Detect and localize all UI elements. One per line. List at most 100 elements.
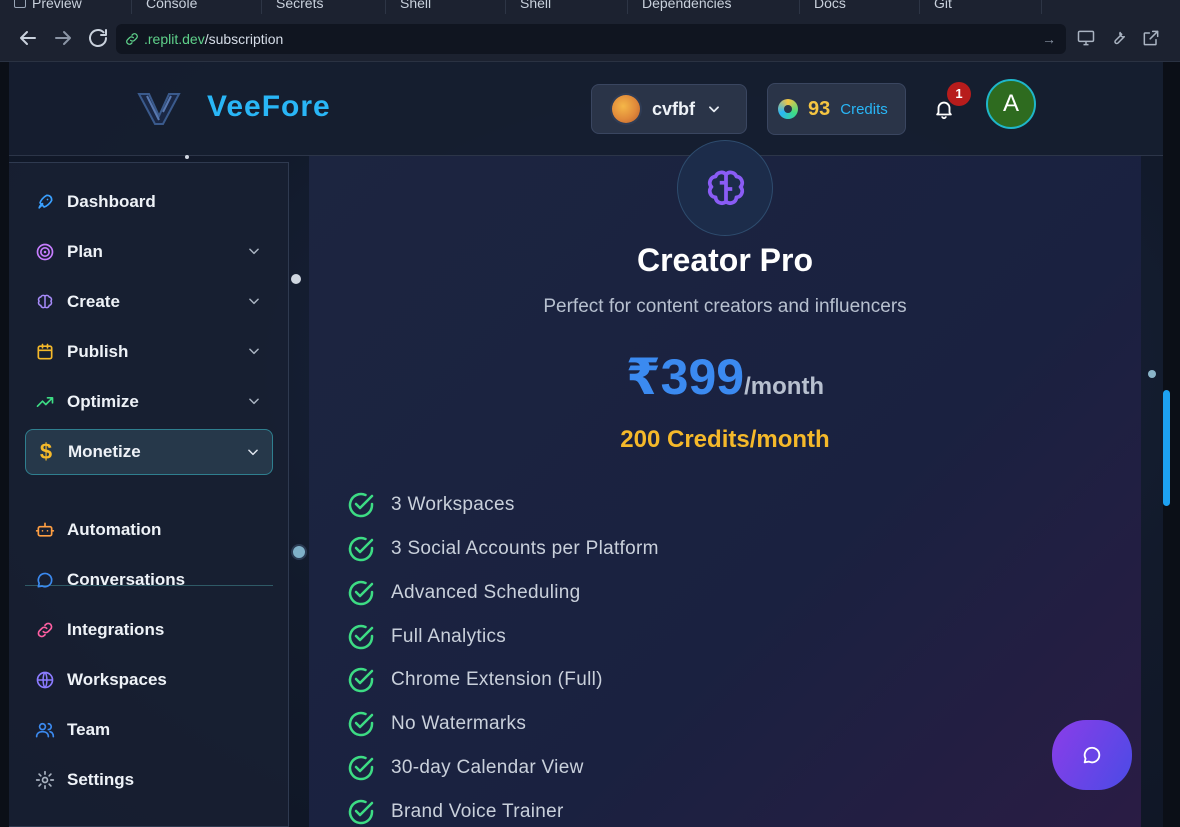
check-circle-icon [348, 536, 374, 562]
sidebar-item-label: Conversations [67, 570, 186, 589]
brand-name[interactable]: VeeFore [207, 90, 331, 124]
chevron-down-icon [249, 398, 259, 405]
credits-label: Credits [840, 100, 888, 118]
plan-card: Creator Pro Perfect for content creators… [309, 140, 1141, 827]
sidebar-item-label: Monetize [68, 442, 141, 461]
tab-secrets[interactable]: Secrets [262, 0, 386, 14]
check-circle-icon [348, 492, 374, 518]
feature-text: 30-day Calendar View [391, 757, 584, 778]
chat-fab-button[interactable] [1052, 720, 1132, 790]
devices-icon[interactable] [1076, 28, 1096, 48]
app-header: VeeFore cvfbf 93 Credits 1 A [9, 62, 1163, 156]
feature-item: Chrome Extension (Full) [347, 665, 603, 695]
browser-tab-strip: Preview Console Secrets Shell Shell Depe… [0, 0, 1180, 16]
dollar-icon: $ [39, 439, 53, 464]
sidebar-item-integrations[interactable]: Integrations [25, 607, 273, 653]
go-arrow-icon[interactable]: → [1042, 31, 1056, 47]
sidebar: Dashboard Plan Create Publish Optimize $… [9, 162, 289, 827]
sidebar-item-label: Publish [67, 342, 129, 361]
calendar-icon [37, 343, 53, 360]
tab-console[interactable]: Console [132, 0, 262, 14]
arrow-right-icon [55, 31, 71, 45]
url-host: .replit.dev [144, 31, 205, 47]
feature-text: Brand Voice Trainer [391, 801, 564, 822]
sidebar-item-label: Optimize [67, 392, 139, 411]
workspace-switcher-button[interactable]: cvfbf [591, 84, 747, 134]
feature-item: 3 Social Accounts per Platform [347, 534, 659, 564]
check-circle-icon [348, 624, 374, 650]
decor-dot [185, 155, 189, 159]
sidebar-item-team[interactable]: Team [25, 707, 273, 753]
credits-button[interactable]: 93 Credits [767, 83, 906, 135]
feature-item: Full Analytics [347, 622, 506, 652]
brain-icon [707, 170, 745, 205]
decor-dot [291, 544, 307, 560]
notification-badge: 1 [947, 82, 971, 106]
feature-text: Chrome Extension (Full) [391, 669, 603, 690]
sidebar-item-automation[interactable]: Automation [25, 507, 273, 553]
tab-docs[interactable]: Docs [800, 0, 920, 14]
sidebar-item-settings[interactable]: Settings [25, 757, 273, 803]
veefore-logo-icon[interactable] [137, 90, 181, 128]
reload-button[interactable] [86, 26, 110, 50]
forward-button[interactable] [51, 26, 75, 50]
trending-up-icon [36, 397, 54, 407]
plan-credits: 200 Credits/month [620, 426, 830, 453]
feature-text: No Watermarks [391, 713, 527, 734]
chevron-down-icon [249, 348, 259, 355]
url-field[interactable]: .replit.dev/subscription → [116, 24, 1066, 54]
check-circle-icon [348, 755, 374, 781]
sidebar-item-dashboard[interactable]: Dashboard [25, 179, 273, 225]
monitor-icon [14, 0, 26, 8]
external-link-icon[interactable] [1141, 28, 1161, 48]
sidebar-item-label: Team [67, 720, 111, 739]
decor-dot [291, 274, 301, 284]
check-circle-icon [348, 580, 374, 606]
sidebar-item-label: Create [67, 292, 120, 311]
decor-dot [1148, 370, 1156, 378]
tab-shell[interactable]: Shell [386, 0, 506, 14]
link-icon [126, 33, 138, 45]
tab-shell-2[interactable]: Shell [506, 0, 628, 14]
plan-description: Perfect for content creators and influen… [543, 296, 907, 317]
credit-coin-icon [778, 99, 798, 119]
plan-title: Creator Pro [636, 242, 814, 278]
sidebar-item-plan[interactable]: Plan [25, 229, 273, 275]
sidebar-item-label: Dashboard [67, 192, 156, 211]
sidebar-item-label: Settings [67, 770, 135, 789]
sidebar-item-create[interactable]: Create [25, 279, 273, 325]
feature-item: No Watermarks [347, 709, 526, 739]
feature-text: 3 Social Accounts per Platform [391, 538, 659, 559]
back-button[interactable] [16, 26, 40, 50]
globe-icon [36, 671, 54, 689]
sidebar-item-monetize[interactable]: $ Monetize [25, 429, 273, 475]
address-bar-row: .replit.dev/subscription → [0, 16, 1180, 62]
plan-price-row: ₹399/month [309, 348, 1141, 406]
url-path: /subscription [204, 31, 284, 47]
brain-icon [37, 294, 53, 309]
sidebar-item-conversations[interactable]: Conversations [25, 557, 273, 603]
chevron-down-icon [249, 248, 259, 255]
sidebar-item-label: Plan [67, 242, 103, 261]
arrow-left-icon [20, 31, 36, 45]
sidebar-item-publish[interactable]: Publish [25, 329, 273, 375]
rocket-icon [38, 194, 53, 209]
wrench-icon[interactable] [1108, 28, 1128, 48]
sidebar-item-label: Workspaces [67, 670, 167, 689]
user-avatar[interactable]: A [986, 79, 1036, 129]
tab-git[interactable]: Git [920, 0, 1042, 14]
workspace-name: cvfbf [652, 98, 696, 119]
sidebar-item-workspaces[interactable]: Workspaces [25, 657, 273, 703]
chevron-down-icon [709, 106, 719, 113]
gear-icon [35, 770, 55, 790]
tab-dependencies[interactable]: Dependencies [628, 0, 800, 14]
feature-text: Full Analytics [391, 626, 507, 647]
target-icon [36, 243, 54, 261]
credits-count: 93 [808, 97, 831, 120]
sidebar-item-optimize[interactable]: Optimize [25, 379, 273, 425]
feature-item: 30-day Calendar View [347, 753, 584, 783]
plan-period: /month [744, 373, 825, 400]
scrollbar-thumb[interactable] [1163, 390, 1170, 506]
tab-preview[interactable]: Preview [0, 0, 132, 14]
app-viewport: VeeFore cvfbf 93 Credits 1 A Dashboard P… [9, 62, 1163, 827]
